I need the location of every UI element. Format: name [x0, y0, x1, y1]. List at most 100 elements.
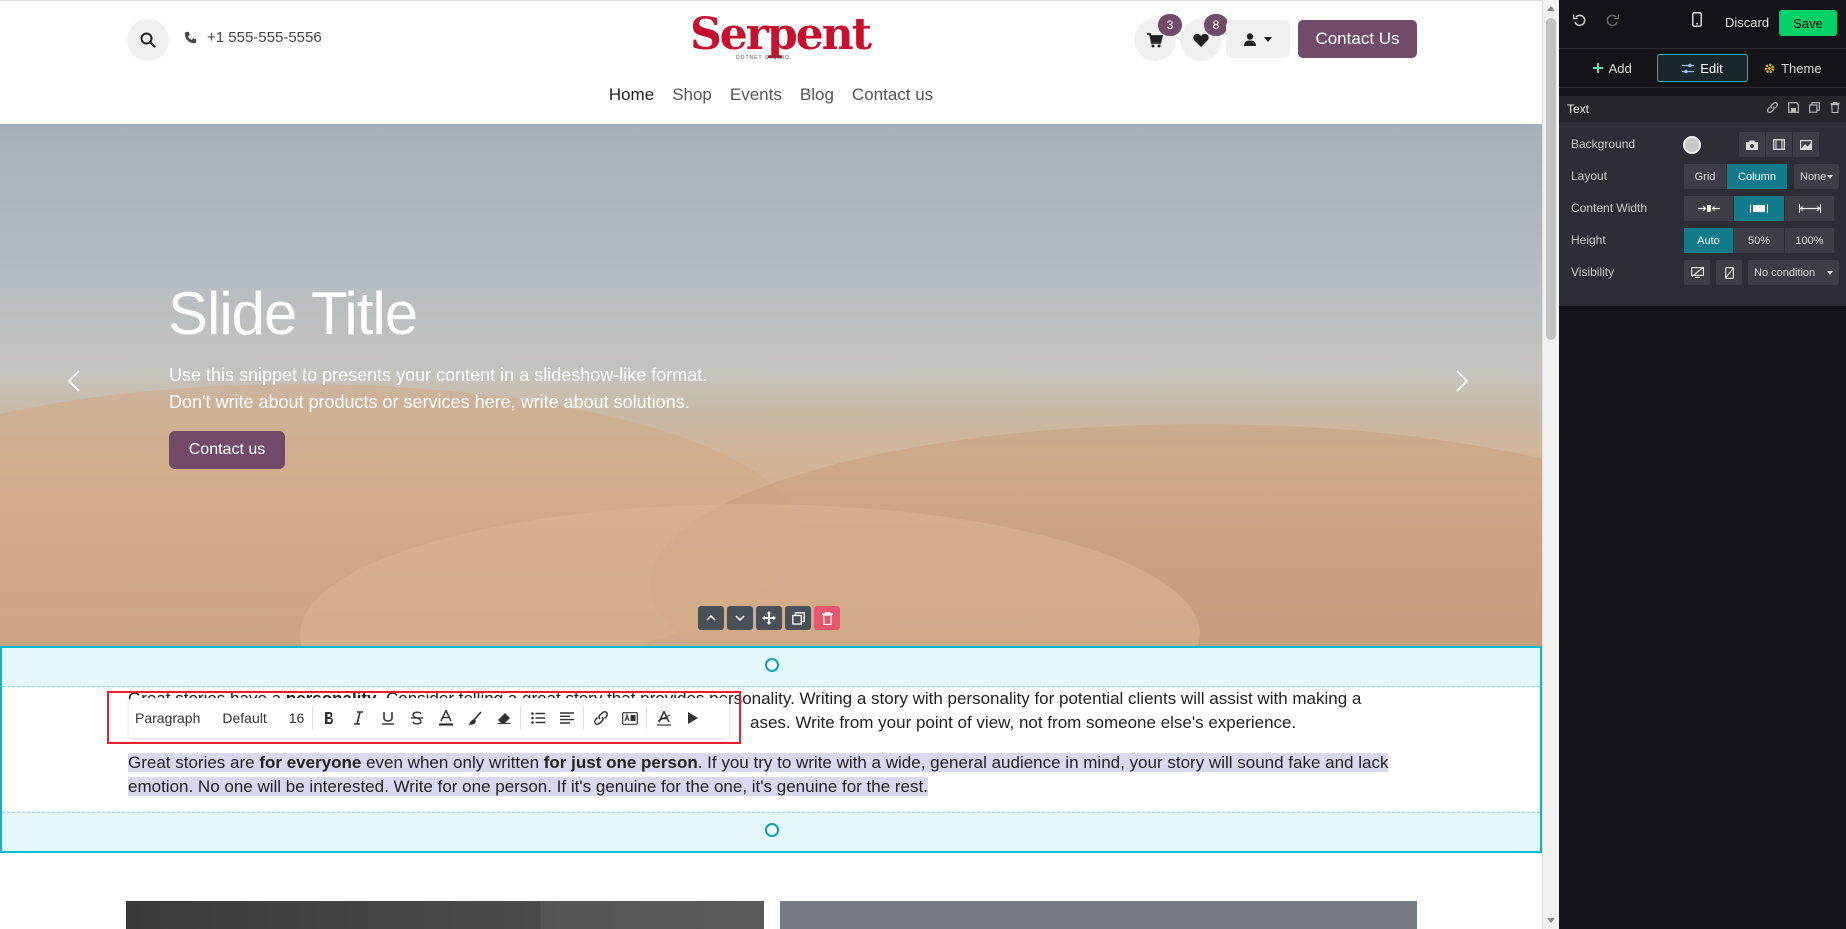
slide-text[interactable]: Use this snippet to presents your conten…: [169, 362, 869, 416]
slide-title[interactable]: Slide Title: [168, 279, 418, 348]
cart-icon: [1147, 32, 1163, 47]
background-image-button[interactable]: [1739, 132, 1766, 157]
slide-contact-button[interactable]: Contact us: [169, 431, 285, 469]
text-options-section: Text Background Layout Grid Column None …: [1559, 96, 1846, 306]
padding-bottom-handle[interactable]: [765, 823, 779, 837]
hero-carousel[interactable]: Slide Title Use this snippet to presents…: [0, 124, 1542, 646]
text-toolbar-highlight: Paragraph Default 16: [107, 691, 741, 744]
padding-top-handle[interactable]: [765, 658, 779, 672]
translate-button[interactable]: [615, 698, 644, 738]
padding-bottom-area[interactable]: [2, 812, 1540, 851]
sliders-icon: [1682, 63, 1695, 73]
text-format-toolbar: Paragraph Default 16: [129, 698, 729, 738]
background-video-button[interactable]: [1766, 132, 1793, 157]
selected-text-run: . If you try to write with a wide, gener…: [697, 753, 1389, 772]
logo-text: Serpent: [690, 9, 872, 60]
tab-theme[interactable]: Theme: [1748, 54, 1838, 82]
height-auto-option[interactable]: Auto: [1684, 228, 1734, 253]
width-full-option[interactable]: [1785, 196, 1835, 221]
background-color-swatch[interactable]: [1683, 136, 1701, 154]
copy-icon[interactable]: [1809, 102, 1820, 113]
width-regular-option[interactable]: [1734, 196, 1785, 221]
layout-columns-dropdown[interactable]: None: [1794, 164, 1839, 189]
strikethrough-button[interactable]: [402, 698, 431, 738]
image-card[interactable]: [780, 901, 1417, 929]
italic-button[interactable]: [344, 698, 373, 738]
layout-column-option[interactable]: Column: [1727, 164, 1788, 189]
text-style-button[interactable]: [649, 698, 678, 738]
scroll-thumb[interactable]: [1546, 18, 1556, 340]
tab-add[interactable]: Add: [1567, 54, 1657, 82]
tab-edit[interactable]: Edit: [1657, 54, 1748, 82]
site-header: +1 555-555-5556 Serpent DOTNET STUDIO 3 …: [0, 1, 1542, 124]
padding-top-area[interactable]: [2, 648, 1540, 687]
text-snippet[interactable]: Great stories have a personality. Consid…: [0, 646, 1542, 853]
height-100-option[interactable]: 100%: [1785, 228, 1835, 253]
paragraph-2[interactable]: Great stories are for everyone even when…: [128, 751, 1418, 799]
trash-icon[interactable]: [1830, 102, 1840, 113]
layout-grid-option[interactable]: Grid: [1684, 164, 1727, 189]
hide-desktop-button[interactable]: [1684, 260, 1711, 285]
delete-button[interactable]: [814, 606, 840, 630]
tab-label: Edit: [1700, 60, 1723, 76]
bold-text-run: for just one person: [543, 753, 698, 772]
font-size-input[interactable]: 16: [283, 698, 311, 738]
desktop-hidden-icon: [1690, 267, 1704, 278]
hide-mobile-button[interactable]: [1716, 260, 1743, 285]
nav-home[interactable]: Home: [609, 85, 654, 105]
list-button[interactable]: [523, 698, 552, 738]
visibility-condition-dropdown[interactable]: No condition: [1748, 260, 1839, 285]
save-button[interactable]: Save: [1779, 10, 1837, 36]
align-button[interactable]: [552, 698, 581, 738]
user-menu-button[interactable]: [1226, 20, 1290, 58]
search-button[interactable]: [127, 19, 169, 61]
nav-shop[interactable]: Shop: [672, 85, 712, 105]
image-card[interactable]: [126, 901, 764, 929]
font-color-button[interactable]: [431, 698, 460, 738]
website-canvas: +1 555-555-5556 Serpent DOTNET STUDIO 3 …: [0, 0, 1542, 929]
italic-icon: [354, 711, 364, 725]
background-shape-button[interactable]: [1793, 132, 1820, 157]
mobile-preview-button[interactable]: [1692, 12, 1702, 30]
copy-icon: [791, 611, 805, 625]
header-contact-button[interactable]: Contact Us: [1298, 20, 1417, 58]
mobile-icon: [1692, 12, 1702, 27]
selected-text-run: Great stories are: [128, 753, 260, 772]
move-down-button[interactable]: [727, 606, 753, 630]
scroll-down-arrow[interactable]: [1547, 918, 1555, 923]
save-icon[interactable]: [1788, 102, 1799, 113]
link-button[interactable]: [586, 698, 615, 738]
clear-format-button[interactable]: [489, 698, 518, 738]
redo-button[interactable]: [1606, 14, 1620, 30]
nav-events[interactable]: Events: [730, 85, 782, 105]
phone-contact[interactable]: +1 555-555-5556: [184, 29, 322, 46]
height-50-option[interactable]: 50%: [1734, 228, 1785, 253]
duplicate-button[interactable]: [785, 606, 811, 630]
paragraph-style-dropdown[interactable]: Paragraph: [129, 698, 206, 738]
nav-blog[interactable]: Blog: [800, 85, 834, 105]
link-icon[interactable]: [1767, 102, 1778, 113]
highlight-button[interactable]: [460, 698, 489, 738]
cart-button[interactable]: 3: [1134, 14, 1182, 61]
underline-button[interactable]: [373, 698, 402, 738]
height-label: Height: [1571, 233, 1606, 247]
site-logo[interactable]: Serpent DOTNET STUDIO: [690, 9, 872, 61]
content-width-label: Content Width: [1571, 201, 1648, 215]
wishlist-button[interactable]: 8: [1180, 14, 1228, 61]
drag-handle-button[interactable]: [756, 606, 782, 630]
undo-button[interactable]: [1572, 14, 1586, 30]
animate-button[interactable]: [678, 698, 707, 738]
discard-button[interactable]: Discard: [1725, 15, 1769, 30]
editor-top-bar: Discard Save: [1559, 0, 1846, 44]
background-options: [1739, 132, 1820, 157]
scroll-up-arrow[interactable]: [1547, 6, 1555, 11]
nav-contact[interactable]: Contact us: [852, 85, 933, 105]
slide-text-line: Use this snippet to presents your conten…: [169, 365, 708, 385]
font-family-dropdown[interactable]: Default: [216, 698, 272, 738]
bold-button[interactable]: [315, 698, 344, 738]
carousel-prev-button[interactable]: [67, 370, 80, 397]
move-up-button[interactable]: [698, 606, 724, 630]
page-scrollbar[interactable]: [1542, 0, 1559, 929]
width-small-option[interactable]: [1684, 196, 1734, 221]
carousel-next-button[interactable]: [1456, 370, 1469, 397]
